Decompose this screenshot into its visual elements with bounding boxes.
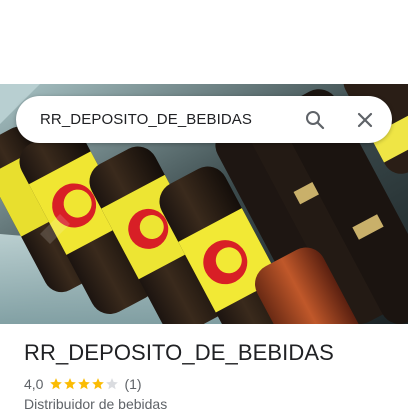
clear-search-button[interactable] [345,100,385,140]
rating-value: 4,0 [24,376,44,392]
review-count-link[interactable]: (1) [124,376,141,392]
search-input[interactable]: RR_DEPOSITO_DE_BEBIDAS [40,111,295,128]
star-filled-icon [78,378,91,390]
place-category: Distribuidor de bebidas [24,396,168,412]
star-rating [49,377,119,391]
close-icon [357,112,373,127]
search-button[interactable] [295,100,335,140]
star-filled-icon [50,378,63,390]
place-name: RR_DEPOSITO_DE_BEBIDAS [24,340,334,365]
star-filled-icon [92,378,105,390]
rating-row[interactable]: 4,0 (1) [24,375,142,393]
search-bar[interactable]: RR_DEPOSITO_DE_BEBIDAS [16,96,392,143]
search-icon [306,110,325,129]
top-blank-area [0,0,408,84]
star-filled-icon [64,378,77,390]
star-empty-icon [106,378,119,390]
